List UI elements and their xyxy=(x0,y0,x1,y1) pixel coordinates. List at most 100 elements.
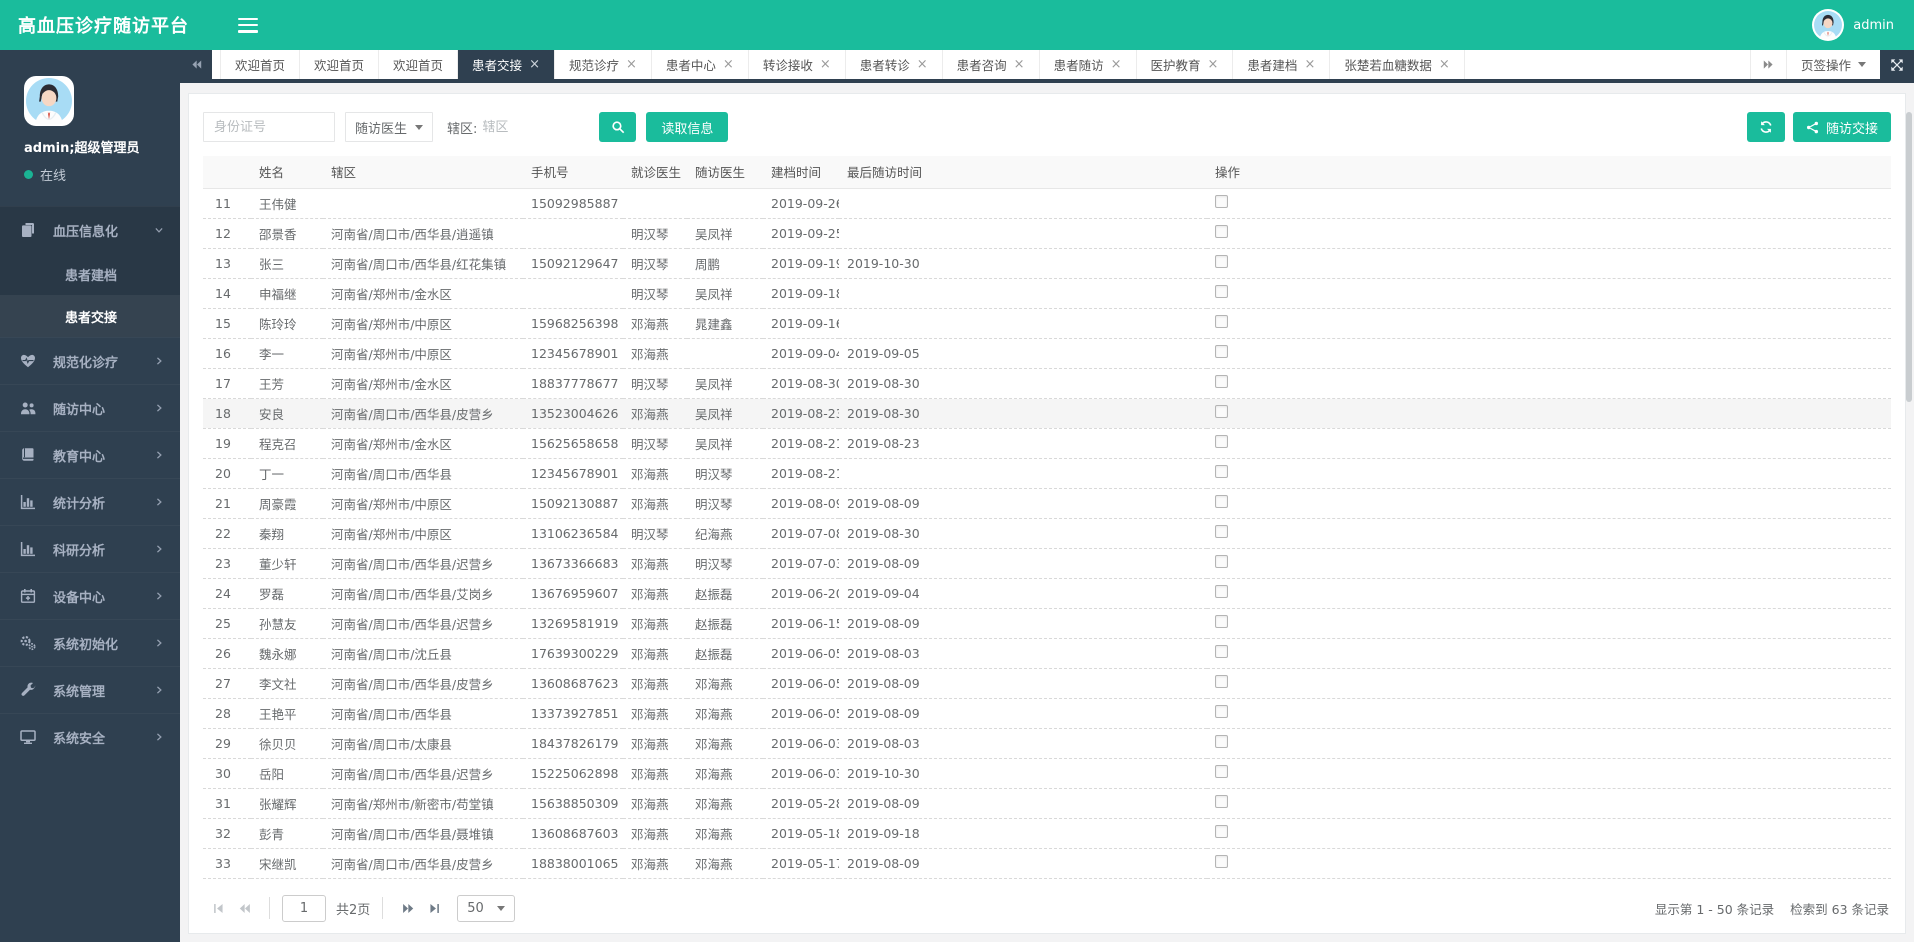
row-checkbox[interactable] xyxy=(1215,225,1228,238)
page-number-input[interactable] xyxy=(282,894,326,922)
tabs-scroll-right-button[interactable] xyxy=(1749,50,1786,79)
sidebar-item-科研分析[interactable]: 科研分析 xyxy=(0,526,180,572)
refresh-button[interactable] xyxy=(1746,112,1785,142)
tab-close-icon[interactable]: × xyxy=(820,58,831,71)
tab-张楚若血糖数据-12[interactable]: 张楚若血糖数据 × xyxy=(1330,50,1465,79)
table-row: 23 董少轩 河南省/周口市/西华县/迟营乡 13673366683 邓海燕 明汉琴 201… xyxy=(203,548,1891,579)
tab-转诊接收-6[interactable]: 转诊接收 × xyxy=(749,50,846,79)
page-size-select[interactable]: 50 xyxy=(457,894,516,922)
tab-operations-dropdown[interactable]: 页签操作 xyxy=(1785,50,1880,79)
row-checkbox[interactable] xyxy=(1215,825,1228,838)
column-header-辖区: 辖区 xyxy=(323,156,523,189)
row-checkbox[interactable] xyxy=(1215,255,1228,268)
follow-handover-button[interactable]: 随访交接 xyxy=(1792,112,1891,142)
tab-close-icon[interactable]: × xyxy=(1208,58,1219,71)
tab-close-icon[interactable]: × xyxy=(529,58,540,71)
row-checkbox[interactable] xyxy=(1215,315,1228,328)
tab-欢迎首页-2[interactable]: 欢迎首页 xyxy=(379,50,459,79)
sidebar-item-规范化诊疗[interactable]: 规范化诊疗 xyxy=(0,338,180,384)
row-checkbox[interactable] xyxy=(1215,435,1228,448)
topbar-user-menu[interactable]: admin xyxy=(1812,9,1914,41)
cell-operation xyxy=(1207,398,1891,429)
tab-close-icon[interactable]: × xyxy=(1304,58,1315,71)
prev-page-button[interactable] xyxy=(231,895,257,921)
row-checkbox[interactable] xyxy=(1215,375,1228,388)
sidebar-item-系统初始化[interactable]: 系统初始化 xyxy=(0,620,180,666)
row-checkbox[interactable] xyxy=(1215,675,1228,688)
row-checkbox[interactable] xyxy=(1215,615,1228,628)
tab-患者转诊-7[interactable]: 患者转诊 × xyxy=(846,50,943,79)
next-page-button[interactable] xyxy=(395,895,421,921)
cell-operation xyxy=(1207,368,1891,399)
row-checkbox[interactable] xyxy=(1215,645,1228,658)
row-checkbox[interactable] xyxy=(1215,285,1228,298)
tab-患者建档-11[interactable]: 患者建档 × xyxy=(1233,50,1331,79)
tab-欢迎首页-1[interactable]: 欢迎首页 xyxy=(300,50,380,79)
sidebar-item-血压信息化[interactable]: 血压信息化 xyxy=(0,207,180,253)
id-card-input[interactable] xyxy=(203,112,335,142)
cell-operation xyxy=(1207,428,1891,459)
scrollbar-thumb[interactable] xyxy=(1906,112,1912,402)
cell-region: 河南省/周口市/沈丘县 xyxy=(323,638,523,669)
main-area: 欢迎首页 欢迎首页 欢迎首页 患者交接 × 规范诊疗 × 患者中心 × 转诊接收 × 患者转诊 × 患者咨… xyxy=(180,50,1914,942)
sidebar-item-教育中心[interactable]: 教育中心 xyxy=(0,432,180,478)
tab-医护教育-10[interactable]: 医护教育 × xyxy=(1137,50,1234,79)
row-checkbox[interactable] xyxy=(1215,585,1228,598)
sidebar-item-随访中心[interactable]: 随访中心 xyxy=(0,385,180,431)
desktop-icon xyxy=(20,729,36,745)
row-checkbox[interactable] xyxy=(1215,555,1228,568)
row-checkbox[interactable] xyxy=(1215,525,1228,538)
cell-follow_doctor: 吴凤祥 xyxy=(687,428,763,459)
row-checkbox[interactable] xyxy=(1215,345,1228,358)
table-row: 18 安良 河南省/周口市/西华县/皮营乡 13523004626 邓海燕 吴凤祥 2019… xyxy=(203,398,1891,429)
tab-规范诊疗-4[interactable]: 规范诊疗 × xyxy=(555,50,652,79)
tab-close-icon[interactable]: × xyxy=(1439,58,1450,71)
cell-num: 22 xyxy=(203,518,251,549)
cell-operation xyxy=(1207,668,1891,699)
follow-doctor-select[interactable]: 随访医生 xyxy=(345,112,433,142)
last-page-button[interactable] xyxy=(421,895,447,921)
row-checkbox[interactable] xyxy=(1215,765,1228,778)
row-checkbox[interactable] xyxy=(1215,465,1228,478)
sidebar-subitem-患者建档[interactable]: 患者建档 xyxy=(0,253,180,295)
row-checkbox[interactable] xyxy=(1215,735,1228,748)
first-page-button[interactable] xyxy=(205,895,231,921)
cell-name: 李文社 xyxy=(251,668,323,699)
region-input[interactable] xyxy=(477,112,598,142)
sidebar-subitem-患者交接[interactable]: 患者交接 xyxy=(0,295,180,337)
tab-close-icon[interactable]: × xyxy=(626,58,637,71)
sidebar-avatar[interactable] xyxy=(24,76,74,126)
tab-患者咨询-8[interactable]: 患者咨询 × xyxy=(943,50,1040,79)
tab-患者随访-9[interactable]: 患者随访 × xyxy=(1040,50,1137,79)
row-checkbox[interactable] xyxy=(1215,855,1228,868)
row-checkbox[interactable] xyxy=(1215,795,1228,808)
tabs-scroll-left-button[interactable] xyxy=(180,50,212,79)
tab-患者交接-3[interactable]: 患者交接 × xyxy=(458,50,555,79)
cell-name: 王艳平 xyxy=(251,698,323,729)
row-checkbox[interactable] xyxy=(1215,195,1228,208)
row-checkbox[interactable] xyxy=(1215,495,1228,508)
tab-患者中心-5[interactable]: 患者中心 × xyxy=(652,50,749,79)
tab-close-icon[interactable]: × xyxy=(723,58,734,71)
cell-num: 15 xyxy=(203,308,251,339)
tab-欢迎首页-0[interactable]: 欢迎首页 xyxy=(220,50,301,79)
sidebar-item-统计分析[interactable]: 统计分析 xyxy=(0,479,180,525)
cell-follow_doctor: 明汉琴 xyxy=(687,548,763,579)
row-checkbox[interactable] xyxy=(1215,705,1228,718)
sidebar-toggle-icon[interactable] xyxy=(238,17,258,33)
sidebar-item-系统管理[interactable]: 系统管理 xyxy=(0,667,180,713)
search-button[interactable] xyxy=(599,112,637,142)
tab-close-icon[interactable]: × xyxy=(917,58,928,71)
cell-phone xyxy=(523,278,623,309)
fullscreen-button[interactable] xyxy=(1880,50,1914,79)
tab-close-icon[interactable]: × xyxy=(1014,58,1025,71)
cell-doctor: 邓海燕 xyxy=(623,698,687,729)
tab-close-icon[interactable]: × xyxy=(1111,58,1122,71)
sidebar-item-设备中心[interactable]: 设备中心 xyxy=(0,573,180,619)
row-checkbox[interactable] xyxy=(1215,405,1228,418)
cell-operation xyxy=(1207,308,1891,339)
read-info-button[interactable]: 读取信息 xyxy=(646,112,729,142)
cell-num: 21 xyxy=(203,488,251,519)
sidebar-item-系统安全[interactable]: 系统安全 xyxy=(0,714,180,760)
cell-phone: 15225062898 xyxy=(523,758,623,789)
